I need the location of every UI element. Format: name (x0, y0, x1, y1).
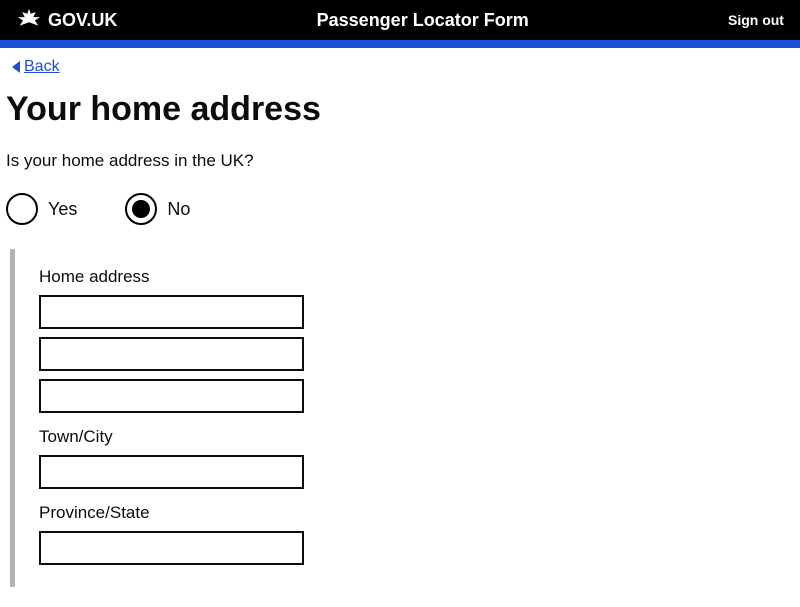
radio-yes[interactable]: Yes (6, 193, 77, 225)
service-name: Passenger Locator Form (317, 10, 529, 31)
radio-no[interactable]: No (125, 193, 190, 225)
crown-icon (16, 7, 42, 34)
home-address-line2-input[interactable] (39, 337, 304, 371)
home-address-label: Home address (39, 267, 794, 287)
town-input[interactable] (39, 455, 304, 489)
caret-left-icon (12, 61, 20, 73)
question-text: Is your home address in the UK? (6, 151, 794, 171)
radio-icon (125, 193, 157, 225)
back-label: Back (24, 58, 60, 76)
back-link[interactable]: Back (12, 58, 60, 76)
home-address-line1-input[interactable] (39, 295, 304, 329)
page-title: Your home address (6, 90, 794, 129)
site-header: GOV.UK Passenger Locator Form Sign out (0, 0, 800, 40)
radio-icon (6, 193, 38, 225)
radio-no-label: No (167, 199, 190, 220)
province-label: Province/State (39, 503, 794, 523)
conditional-panel: Home address Town/City Province/State (10, 249, 794, 587)
province-input[interactable] (39, 531, 304, 565)
site-name: GOV.UK (48, 10, 117, 31)
town-label: Town/City (39, 427, 794, 447)
site-logo[interactable]: GOV.UK (16, 7, 117, 34)
home-address-line3-input[interactable] (39, 379, 304, 413)
radio-selected-icon (132, 200, 150, 218)
sign-out-link[interactable]: Sign out (728, 12, 784, 28)
radio-yes-label: Yes (48, 199, 77, 220)
radio-group: Yes No (6, 193, 794, 225)
header-divider (0, 40, 800, 48)
